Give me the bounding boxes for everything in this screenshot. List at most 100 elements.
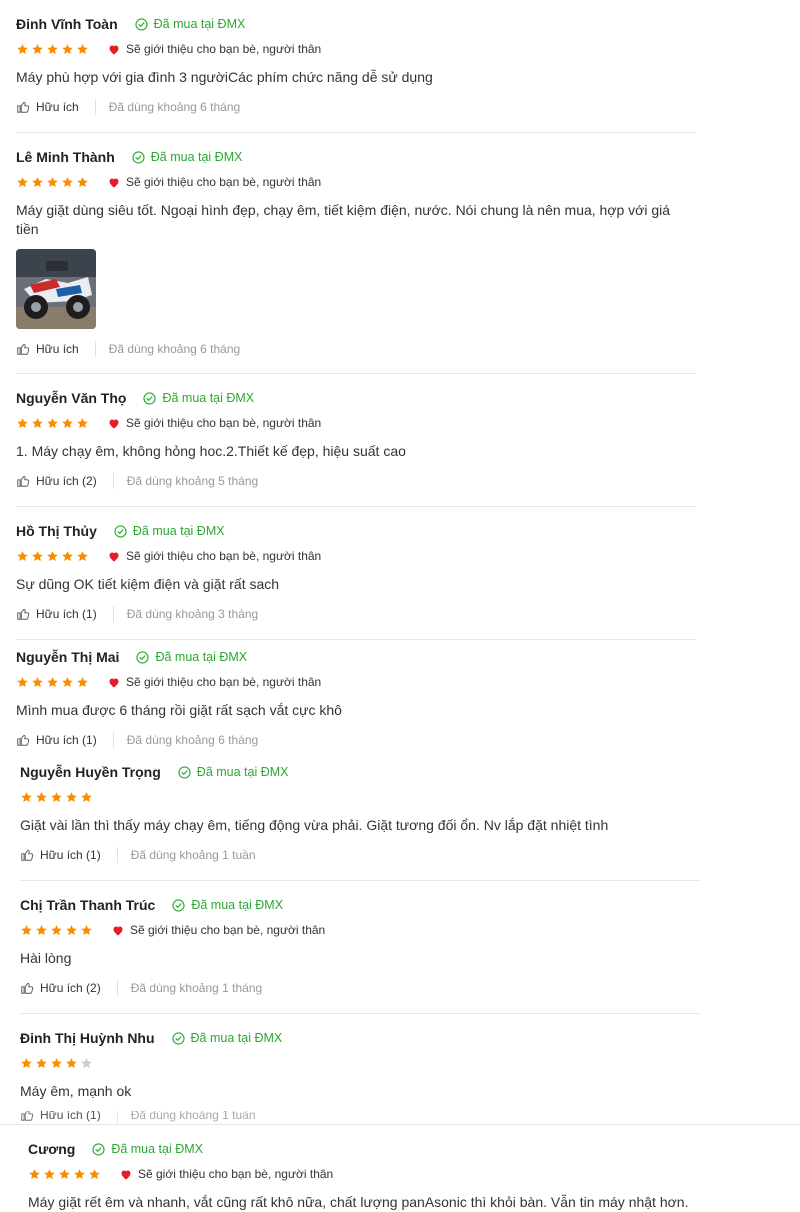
helpful-button[interactable]: Hữu ích (1) [20,848,101,862]
separator [116,980,118,996]
reviewer-name: Đinh Vĩnh Toàn [16,16,118,32]
helpful-button[interactable]: Hữu ích (2) [20,981,101,995]
review-header: Đinh Thị Huỳnh Nhu Đã mua tại ĐMX [20,1028,700,1048]
review-item: Đinh Vĩnh Toàn Đã mua tại ĐMX Sẽ giới th… [16,14,696,133]
separator [116,847,118,863]
check-circle-icon [132,150,145,164]
review-actions: Hữu ích (1) Đã dùng khoảng 3 tháng [16,604,696,624]
usage-duration: Đã dùng khoảng 5 tháng [126,474,259,488]
star-icon [35,791,48,804]
helpful-label: Hữu ích [36,342,79,356]
verified-label: Đã mua tại ĐMX [162,391,255,405]
recommend-note: Sẽ giới thiệu cho bạn bè, người thân [108,175,321,189]
verified-badge: Đã mua tại ĐMX [178,765,289,779]
star-icon [31,676,44,689]
review-header: Lê Minh Thành Đã mua tại ĐMX [16,147,696,167]
star-icon [16,417,29,430]
star-icon [20,924,33,937]
rating-stars [16,676,91,689]
review-photo[interactable] [16,249,96,329]
star-icon [35,924,48,937]
star-icon [76,676,89,689]
rating-row: Sẽ giới thiệu cho bạn bè, người thân [16,414,696,432]
verified-label: Đã mua tại ĐMX [132,524,225,538]
check-circle-icon [171,1031,185,1045]
star-icon [46,550,59,563]
rating-stars [20,1057,95,1070]
heart-icon [109,552,119,561]
reviewer-name: Đinh Thị Huỳnh Nhu [20,1030,155,1046]
star-icon [65,924,78,937]
helpful-button[interactable]: Hữu ích (1) [16,607,97,621]
heart-icon [113,926,123,935]
helpful-label: Hữu ích (1) [40,848,101,862]
heart-icon [109,178,119,187]
check-circle-icon [135,17,148,31]
recommend-label: Sẽ giới thiệu cho bạn bè, người thân [126,675,322,689]
verified-badge: Đã mua tại ĐMX [132,150,243,164]
review-item: Nguyễn Thị Mai Đã mua tại ĐMX Sẽ giới th… [16,647,696,755]
helpful-button[interactable]: Hữu ích (2) [16,474,97,488]
star-icon [16,176,29,189]
usage-duration: Đã dùng khoảng 1 tháng [130,981,263,995]
star-icon [16,43,29,56]
review-content: Máy phù hợp với gia đình 3 ngườiCác phím… [16,69,433,85]
review-header: Hồ Thị Thủy Đã mua tại ĐMX [16,521,696,541]
helpful-button[interactable]: Hữu ích [16,100,79,114]
verified-badge: Đã mua tại ĐMX [171,1031,282,1045]
usage-duration: Đã dùng khoảng 3 tháng [126,607,259,621]
star-icon [16,550,29,563]
separator [112,473,114,489]
star-icon [20,791,33,804]
star-icon [46,676,59,689]
review-content: Máy giặt dùng siêu tốt. Ngoại hình đẹp, … [16,202,671,237]
heart-icon [109,678,119,687]
heart-icon [109,419,119,428]
star-icon [76,550,89,563]
review-actions: Hữu ích (2) Đã dùng khoảng 1 tháng [20,978,700,998]
recommend-note: Sẽ giới thiệu cho bạn bè, người thân [108,42,321,56]
rating-stars [16,417,91,430]
review-content: Giặt vài lần thì thấy máy chạy êm, tiếng… [20,817,609,833]
usage-duration: Đã dùng khoảng 1 tuần [130,1111,256,1122]
star-icon [16,676,29,689]
star-icon [80,924,93,937]
star-icon [61,176,74,189]
verified-label: Đã mua tại ĐMX [150,150,243,164]
star-icon [28,1168,41,1181]
thumbs-up-icon [17,608,30,620]
sticky-review-panel: Cương Đã mua tại ĐMX Sẽ giới thiệu cho b… [0,1124,800,1212]
star-icon [31,176,44,189]
reviewer-name: Lê Minh Thành [16,149,115,165]
recommend-label: Sẽ giới thiệu cho bạn bè, người thân [130,923,326,937]
helpful-button[interactable]: Hữu ích (1) [16,733,97,747]
reviewer-name: Nguyễn Văn Thọ [16,390,127,406]
star-icon [80,791,93,804]
thumbs-up-icon [17,343,30,355]
separator [94,341,96,357]
separator [116,1111,118,1123]
usage-duration: Đã dùng khoảng 6 tháng [108,342,241,356]
helpful-button[interactable]: Hữu ích [16,342,79,356]
recommend-note: Sẽ giới thiệu cho bạn bè, người thân [108,416,321,430]
review-header: Nguyễn Văn Thọ Đã mua tại ĐMX [16,388,696,408]
star-icon [80,1057,93,1070]
rating-row [20,1054,700,1072]
star-icon [58,1168,71,1181]
helpful-label: Hữu ích (2) [36,474,97,488]
recommend-note: Sẽ giới thiệu cho bạn bè, người thân [120,1167,333,1181]
helpful-button[interactable]: Hữu ích (1) [20,1111,101,1122]
helpful-label: Hữu ích [36,100,79,114]
review-photo-image [16,249,96,329]
rating-stars [20,924,95,937]
review-item: Chị Trần Thanh Trúc Đã mua tại ĐMX Sẽ gi… [20,895,700,1014]
verified-label: Đã mua tại ĐMX [196,765,289,779]
reviewer-name: Nguyễn Huyền Trọng [20,764,161,780]
review-item: Nguyễn Huyền Trọng Đã mua tại ĐMX Giặt v… [20,762,700,881]
verified-badge: Đã mua tại ĐMX [114,524,225,538]
check-circle-icon [178,765,191,779]
star-icon [76,417,89,430]
reviewer-name: Hồ Thị Thủy [16,523,97,539]
thumbs-up-icon [21,982,34,994]
review-actions: Hữu ích (1) Đã dùng khoảng 6 tháng [16,730,696,750]
